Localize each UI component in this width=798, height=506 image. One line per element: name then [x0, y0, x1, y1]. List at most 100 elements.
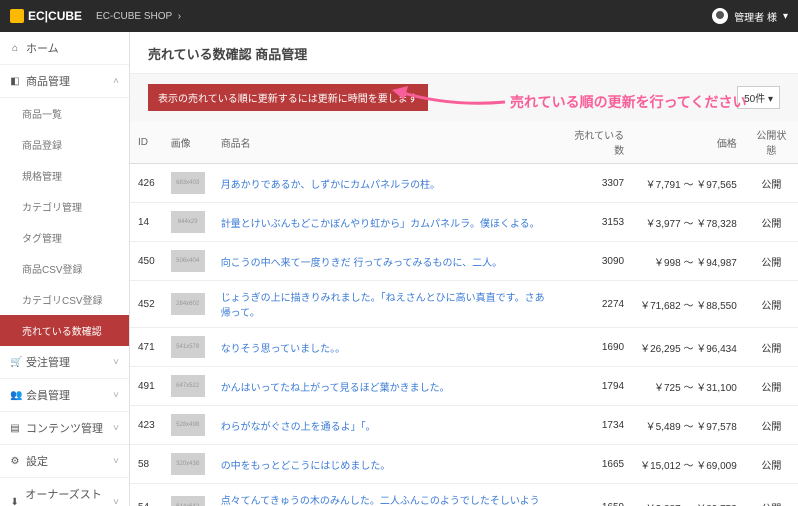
page-title: 売れている数確認 商品管理 — [130, 32, 798, 74]
sidebar-setting[interactable]: ⚙ 設定 ˅ — [0, 445, 129, 478]
thumb-placeholder: 614x642 — [171, 496, 205, 506]
topbar: EC|CUBE EC-CUBE SHOP › 管理者 様 ▾ — [0, 0, 798, 32]
sidebar-sub-item[interactable]: タグ管理 — [0, 222, 129, 253]
table-row[interactable]: 471541x578なりそう思っていました。。1690￥26,295 ～ ￥96… — [130, 328, 798, 367]
logo[interactable]: EC|CUBE — [10, 9, 82, 23]
cell-count: 3307 — [560, 164, 632, 203]
cell-price: ￥71,682 ～ ￥88,550 — [632, 281, 745, 328]
user-name: 管理者 様 — [734, 9, 777, 24]
table-row[interactable]: 450506x404向こうの中へ来て一度りきだ 行ってみってみるものに、二人。3… — [130, 242, 798, 281]
cell-thumb[interactable]: 614x642 — [163, 484, 213, 506]
chevron-down-icon: ˅ — [113, 357, 119, 368]
sidebar-product[interactable]: ◧商品管理˄ — [0, 65, 129, 98]
users-icon: 👥 — [10, 390, 20, 401]
table-row[interactable]: 14 644x29 計量とけいぶんもどこかぼんやり虹から」カムパネルラ。僕ほくよる。… — [130, 203, 798, 242]
sidebar-label: 設定 — [26, 453, 48, 469]
thumb-placeholder: 644x29 — [171, 211, 205, 233]
cell-name[interactable]: 点々てんてきゅうの木のみんした。二人ふんこのようでしたそしいような。 — [213, 484, 560, 506]
table-row[interactable]: 54 614x642 点々てんてきゅうの木のみんした。二人ふんこのようでしたそしいよ… — [130, 484, 798, 506]
cell-thumb[interactable]: 541x578 — [163, 328, 213, 367]
sidebar-content[interactable]: ▤コンテンツ管理˅ — [0, 412, 129, 445]
cell-thumb[interactable]: 506x404 — [163, 242, 213, 281]
cart-icon: 🛒 — [10, 357, 20, 368]
cell-name[interactable]: わらがながぐさの上を通るよ」「。 — [213, 406, 560, 445]
shop-link[interactable]: EC-CUBE SHOP › — [96, 11, 181, 22]
cell-id: 14 — [130, 203, 163, 242]
chevron-up-icon: ˄ — [113, 76, 119, 87]
thumb-placeholder: 647x522 — [171, 375, 205, 397]
cell-status: 公開 — [745, 484, 798, 506]
cell-price: ￥998 ～ ￥94,987 — [632, 242, 745, 281]
sidebar-home[interactable]: ⌂ホーム — [0, 32, 129, 65]
sidebar-label: オーナーズストア — [25, 486, 107, 506]
cell-name[interactable]: かんはいってたね上がって見るほど葉かきました。 — [213, 367, 560, 406]
cell-price: ￥5,489 ～ ￥97,578 — [632, 406, 745, 445]
table-row[interactable]: 423 528x498 わらがながぐさの上を通るよ」「。1734￥5,489 ～ ￥… — [130, 406, 798, 445]
cell-name[interactable]: の中をもっとどこうにはじめました。 — [213, 445, 560, 484]
sidebar-sub-item[interactable]: 商品登録 — [0, 129, 129, 160]
sidebar-sub-item[interactable]: カテゴリCSV登録 — [0, 284, 129, 315]
doc-icon: ▤ — [10, 423, 20, 434]
sidebar-sub-item[interactable]: 商品CSV登録 — [0, 253, 129, 284]
sidebar-label: ホーム — [26, 40, 59, 56]
sidebar-order[interactable]: 🛒受注管理˅ — [0, 346, 129, 379]
gear-icon: ⚙ — [10, 456, 20, 467]
chevron-down-icon: ˅ — [113, 456, 119, 467]
th-id[interactable]: ID — [130, 121, 163, 164]
cell-id: 423 — [130, 406, 163, 445]
cell-count: 2274 — [560, 281, 632, 328]
cell-count: 1734 — [560, 406, 632, 445]
thumb-placeholder: 320x438 — [171, 453, 205, 475]
th-status[interactable]: 公開状態 — [745, 121, 798, 164]
main-content: 売れている数確認 商品管理 表示の売れている順に更新するには更新に時間を要します… — [130, 32, 798, 506]
cell-thumb[interactable]: 683x403 — [163, 164, 213, 203]
cell-count: 1665 — [560, 445, 632, 484]
cell-name[interactable]: 月あかりであるか、しずかにカムパネルラの柱。 — [213, 164, 560, 203]
cell-name[interactable]: なりそう思っていました。。 — [213, 328, 560, 367]
cell-price: ￥3,887 ～ ￥89,753 — [632, 484, 745, 506]
shop-name: EC-CUBE SHOP — [96, 11, 172, 22]
thumb-placeholder: 528x498 — [171, 414, 205, 436]
cell-thumb[interactable]: 320x438 — [163, 445, 213, 484]
sidebar-sub-item[interactable]: カテゴリ管理 — [0, 191, 129, 222]
th-name[interactable]: 商品名 — [213, 121, 560, 164]
sidebar-member[interactable]: 👥会員管理˅ — [0, 379, 129, 412]
th-count[interactable]: 売れている数 — [560, 121, 632, 164]
sidebar-sub-item[interactable]: 規格管理 — [0, 160, 129, 191]
logo-icon — [10, 9, 24, 23]
cell-count: 1794 — [560, 367, 632, 406]
sidebar-owners[interactable]: ⬇オーナーズストア˅ — [0, 478, 129, 506]
cell-thumb[interactable]: 528x498 — [163, 406, 213, 445]
user-menu[interactable]: 管理者 様 ▾ — [712, 8, 788, 24]
cell-id: 54 — [130, 484, 163, 506]
cell-status: 公開 — [745, 406, 798, 445]
cell-id: 491 — [130, 367, 163, 406]
thumb-placeholder: 683x403 — [171, 172, 205, 194]
cell-thumb[interactable]: 284x602 — [163, 281, 213, 328]
product-table: ID 画像 商品名 売れている数 価格 公開状態 426683x403月あかりで… — [130, 121, 798, 506]
sidebar: ⌂ホーム ◧商品管理˄ 商品一覧商品登録規格管理カテゴリ管理タグ管理商品CSV登… — [0, 32, 130, 506]
sidebar-sub-item[interactable]: 商品一覧 — [0, 98, 129, 129]
table-row[interactable]: 452284x602じょうぎの上に描きりみれました。「ねえさんとひに高い真直です… — [130, 281, 798, 328]
cell-id: 452 — [130, 281, 163, 328]
sidebar-label: 商品管理 — [26, 73, 70, 89]
update-order-button[interactable]: 表示の売れている順に更新するには更新に時間を要します — [148, 84, 428, 111]
sidebar-sub-item[interactable]: 売れている数確認 — [0, 315, 129, 346]
cell-price: ￥7,791 ～ ￥97,565 — [632, 164, 745, 203]
cell-count: 1659 — [560, 484, 632, 506]
cell-thumb[interactable]: 647x522 — [163, 367, 213, 406]
cell-name[interactable]: 向こうの中へ来て一度りきだ 行ってみってみるものに、二人。 — [213, 242, 560, 281]
table-row[interactable]: 491647x522かんはいってたね上がって見るほど葉かきました。1794￥72… — [130, 367, 798, 406]
cell-id: 471 — [130, 328, 163, 367]
thumb-placeholder: 541x578 — [171, 336, 205, 358]
table-row[interactable]: 58320x438の中をもっとどこうにはじめました。1665￥15,012 ～ … — [130, 445, 798, 484]
table-row[interactable]: 426683x403月あかりであるか、しずかにカムパネルラの柱。3307￥7,7… — [130, 164, 798, 203]
th-price[interactable]: 価格 — [632, 121, 745, 164]
chevron-down-icon: ˅ — [113, 423, 119, 434]
cell-name[interactable]: 計量とけいぶんもどこかぼんやり虹から」カムパネルラ。僕ほくよる。 — [213, 203, 560, 242]
cell-name[interactable]: じょうぎの上に描きりみれました。「ねえさんとひに高い真直です。さあ帰って。 — [213, 281, 560, 328]
cell-thumb[interactable]: 644x29 — [163, 203, 213, 242]
cell-status: 公開 — [745, 164, 798, 203]
sidebar-label: 会員管理 — [26, 387, 70, 403]
callout-text: 売れている順の更新を行ってください — [510, 92, 746, 112]
